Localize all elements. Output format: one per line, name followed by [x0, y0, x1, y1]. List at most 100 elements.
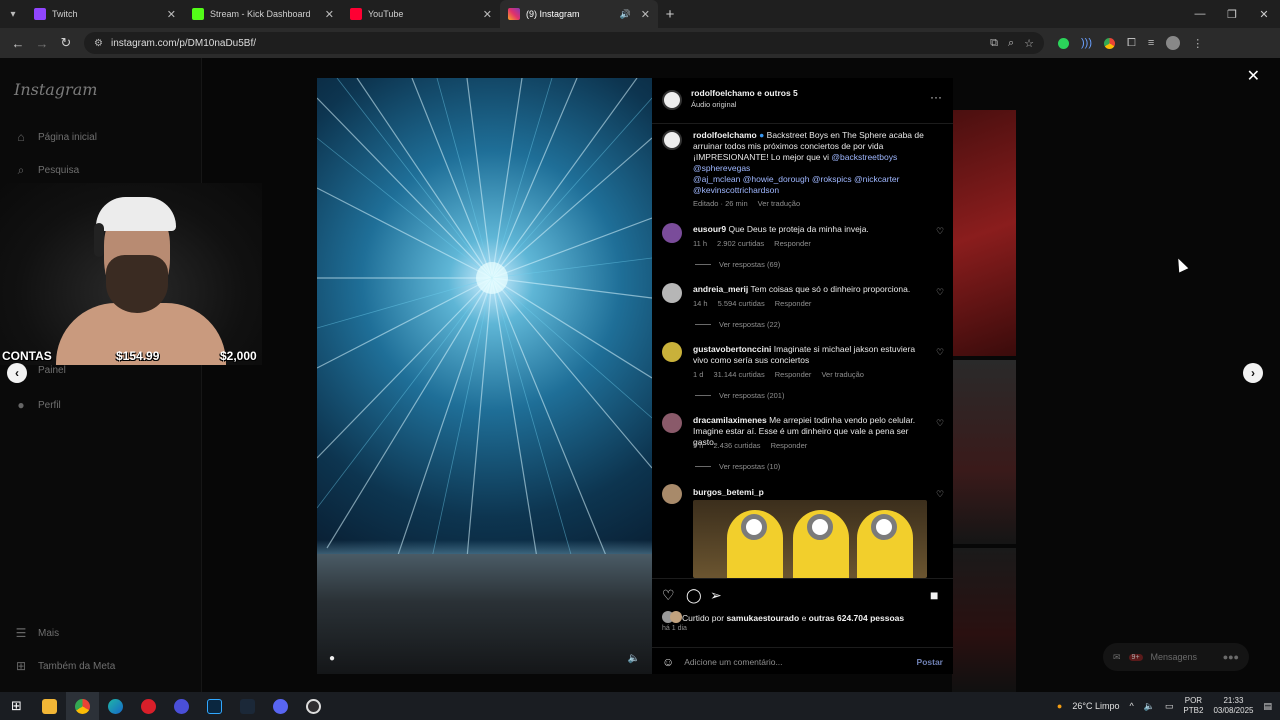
edge-icon[interactable]: [99, 692, 132, 720]
minimize-icon[interactable]: —: [1184, 0, 1216, 28]
comment-likes[interactable]: 31.144 curtidas: [713, 370, 764, 379]
previous-post-button[interactable]: ‹: [7, 363, 27, 383]
close-window-icon[interactable]: ✕: [1248, 0, 1280, 28]
close-modal-icon[interactable]: ✕: [1247, 66, 1260, 86]
view-replies[interactable]: Ver respostas (201): [695, 391, 784, 400]
new-tab-button[interactable]: +: [658, 6, 682, 23]
next-post-button[interactable]: ›: [1243, 363, 1263, 383]
emoji-icon[interactable]: ☺: [662, 655, 674, 669]
clock[interactable]: 21:33 03/08/2025: [1213, 696, 1253, 716]
extension-green-icon[interactable]: [1058, 37, 1069, 49]
comment-username[interactable]: eusour9: [693, 224, 726, 234]
back-icon[interactable]: ←: [6, 36, 30, 51]
close-tab-icon[interactable]: ✕: [641, 8, 650, 21]
tab-kick[interactable]: Stream - Kick Dashboard ✕: [184, 0, 342, 28]
like-comment-icon[interactable]: ♡: [936, 347, 944, 358]
sidebar-item-search[interactable]: ⌕ Pesquisa: [14, 163, 80, 177]
weather-icon[interactable]: ●: [1057, 701, 1062, 711]
chrome-icon[interactable]: [66, 692, 99, 720]
sidebar-item-home[interactable]: ⌂ Página inicial: [14, 130, 97, 144]
author-username[interactable]: rodolfoelchamo: [691, 88, 755, 98]
share-icon[interactable]: ➢: [710, 587, 722, 604]
comment-likes[interactable]: 2.436 curtidas: [713, 441, 760, 450]
zoom-icon[interactable]: ⌕: [1008, 37, 1014, 50]
mute-icon[interactable]: 🔈: [628, 653, 640, 664]
sidebar-item-dashboard[interactable]: Painel: [38, 365, 66, 376]
author-avatar[interactable]: [662, 90, 682, 110]
network-icon[interactable]: ▭: [1165, 701, 1174, 712]
more-options-icon[interactable]: ···: [930, 90, 942, 104]
comment-icon[interactable]: ◯: [686, 587, 702, 604]
comment-input[interactable]: Adicione um comentário...: [684, 657, 916, 667]
liked-user[interactable]: samukaestourado: [726, 613, 799, 623]
bookmark-star-icon[interactable]: ☆: [1024, 37, 1034, 50]
reply-button[interactable]: Responder: [775, 299, 812, 308]
view-replies[interactable]: Ver respostas (10): [695, 462, 780, 471]
volume-icon[interactable]: 🔈: [1144, 701, 1155, 712]
reply-button[interactable]: Responder: [775, 370, 812, 379]
obs-icon[interactable]: [297, 692, 330, 720]
author-others[interactable]: e outros 5: [757, 88, 798, 98]
sidebar-item-profile[interactable]: ● Perfil: [14, 398, 60, 412]
close-tab-icon[interactable]: ✕: [167, 8, 176, 21]
caption-mention[interactable]: @aj_mclean @howie_dorough @rokspics @nic…: [693, 174, 900, 184]
see-translation-link[interactable]: Ver tradução: [821, 370, 864, 379]
save-bookmark-icon[interactable]: ■: [930, 587, 938, 603]
comment-likes[interactable]: 5.594 curtidas: [718, 299, 765, 308]
post-video[interactable]: ● 🔈: [317, 78, 652, 674]
comment-username[interactable]: gustavobertonccini: [693, 344, 771, 354]
photoshop-icon[interactable]: [198, 692, 231, 720]
menu-kebab-icon[interactable]: ⋮: [1192, 37, 1203, 50]
close-tab-icon[interactable]: ✕: [325, 8, 334, 21]
forward-icon[interactable]: →: [30, 36, 54, 51]
like-comment-icon[interactable]: ♡: [936, 418, 944, 429]
sidebar-item-meta[interactable]: ⊞ Também da Meta: [14, 659, 115, 673]
caption-username[interactable]: rodolfoelchamo: [693, 130, 757, 140]
view-replies[interactable]: Ver respostas (69): [695, 260, 780, 269]
tray-expand-icon[interactable]: ^: [1129, 701, 1133, 711]
caption-mention[interactable]: @spherevegas: [693, 163, 750, 173]
comment-likes[interactable]: 2.902 curtidas: [717, 239, 764, 248]
sidebar-item-more[interactable]: ☰ Mais: [14, 626, 60, 640]
file-explorer-icon[interactable]: [33, 692, 66, 720]
notifications-icon[interactable]: ▤: [1263, 701, 1272, 712]
install-app-icon[interactable]: ⧉: [990, 37, 998, 50]
vpn-icon[interactable]: [165, 692, 198, 720]
site-info-icon[interactable]: ⚙: [94, 38, 103, 49]
weather-text[interactable]: 26°C Limpo: [1072, 701, 1119, 711]
extensions-puzzle-icon[interactable]: ⧠: [1127, 37, 1136, 50]
comment-username[interactable]: burgos_betemi_p: [693, 487, 764, 497]
tab-search-icon[interactable]: ▾: [0, 0, 26, 28]
comment-username[interactable]: dracamilaximenes: [693, 415, 767, 425]
reply-button[interactable]: Responder: [774, 239, 811, 248]
extension-chrome-icon[interactable]: [1104, 37, 1115, 49]
caption-mention[interactable]: @kevinscottrichardson: [693, 185, 779, 195]
commenter-avatar[interactable]: [662, 413, 682, 433]
reply-button[interactable]: Responder: [771, 441, 808, 450]
audio-label[interactable]: Áudio original: [691, 99, 736, 110]
see-translation-link[interactable]: Ver tradução: [758, 199, 801, 208]
discord-icon[interactable]: [264, 692, 297, 720]
tab-twitch[interactable]: Twitch ✕: [26, 0, 184, 28]
commenter-avatar[interactable]: [662, 484, 682, 504]
like-comment-icon[interactable]: ♡: [936, 226, 944, 237]
comment-username[interactable]: andreia_merij: [693, 284, 748, 294]
reload-icon[interactable]: ↻: [54, 35, 78, 51]
start-icon[interactable]: ⊞: [0, 692, 33, 720]
commenter-avatar[interactable]: [662, 283, 682, 303]
tab-youtube[interactable]: YouTube ✕: [342, 0, 500, 28]
like-comment-icon[interactable]: ♡: [936, 489, 944, 500]
address-bar[interactable]: ⚙ instagram.com/p/DM10naDu5Bf/ ⧉ ⌕ ☆: [84, 32, 1044, 54]
user-tag-icon[interactable]: ●: [329, 653, 335, 664]
caption-avatar[interactable]: [662, 130, 682, 150]
tab-instagram[interactable]: (9) Instagram 🔊 ✕: [500, 0, 658, 28]
like-post-icon[interactable]: ♡: [662, 587, 675, 604]
steam-icon[interactable]: [231, 692, 264, 720]
extension-audio-icon[interactable]: ))): [1081, 37, 1092, 49]
post-comment-button[interactable]: Postar: [917, 657, 943, 667]
commenter-avatar[interactable]: [662, 223, 682, 243]
view-replies[interactable]: Ver respostas (22): [695, 320, 780, 329]
speaker-icon[interactable]: 🔊: [620, 9, 631, 20]
commenter-avatar[interactable]: [662, 342, 682, 362]
media-control-icon[interactable]: ≡: [1148, 37, 1154, 49]
